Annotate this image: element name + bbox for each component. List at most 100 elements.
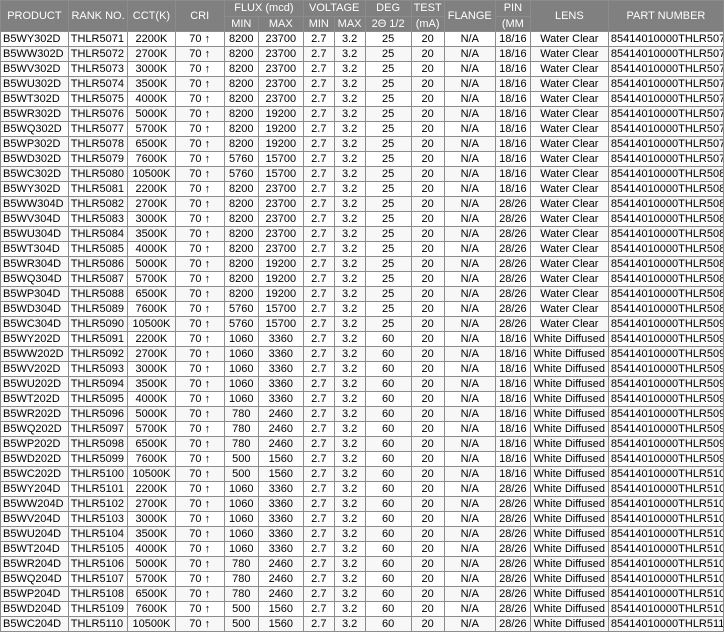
cell-cri: 70 ↑: [174, 46, 225, 62]
cell-flux-min: 1060: [223, 331, 259, 347]
cell-flux-min: 780: [223, 421, 259, 437]
cell-flux-max: 15700: [257, 166, 304, 182]
cell-voltage-max: 3.2: [333, 301, 366, 317]
cell-rank-no: THLR5073: [67, 61, 129, 77]
cell-deg: 25: [364, 166, 412, 182]
cell-flux-min: 8200: [223, 31, 259, 47]
cell-flux-max: 19200: [257, 121, 304, 137]
cell-flux-max: 19200: [257, 256, 304, 272]
cell-lens: White Diffused: [529, 331, 609, 347]
cell-test-ma: 20: [410, 346, 445, 362]
cell-lens: White Diffused: [529, 586, 609, 602]
cell-cri: 70 ↑: [174, 421, 225, 437]
cell-deg: 25: [364, 241, 412, 257]
cell-flange: N/A: [443, 511, 496, 527]
cell-flux-max: 3360: [257, 361, 304, 377]
table-row: B5WQ202D THLR5097 5700K 70 ↑ 780 2460 2.7 3.2 60…: [0, 421, 724, 437]
cell-lens: Water Clear: [529, 166, 609, 182]
cell-flux-min: 780: [223, 406, 259, 422]
cell-pin-mm: 28/26: [494, 541, 531, 557]
header-lens: LENS: [529, 0, 609, 32]
cell-pin-mm: 18/16: [494, 466, 531, 482]
cell-voltage-max: 3.2: [333, 466, 366, 482]
cell-pin-mm: 18/16: [494, 391, 531, 407]
cell-deg: 60: [364, 391, 412, 407]
cell-flange: N/A: [443, 451, 496, 467]
header-deg-angle: 2Θ 1/2: [364, 16, 412, 32]
cell-pin-mm: 18/16: [494, 421, 531, 437]
cell-part-number: 85414010000THLR5104: [607, 526, 724, 542]
cell-voltage-max: 3.2: [333, 196, 366, 212]
cell-test-ma: 20: [410, 106, 445, 122]
cell-part-number: 85414010000THLR5083: [607, 211, 724, 227]
cell-cct: 4000K: [127, 241, 176, 257]
cell-pin-mm: 28/26: [494, 601, 531, 617]
cell-lens: White Diffused: [529, 451, 609, 467]
cell-flange: N/A: [443, 481, 496, 497]
table-header: PRODUCT RANK NO. CCT(K) CRI FLUX (mcd) V…: [0, 0, 724, 32]
cell-pin-mm: 28/26: [494, 616, 531, 632]
cell-part-number: 85414010000THLR5089: [607, 301, 724, 317]
cell-rank-no: THLR5089: [67, 301, 129, 317]
cell-rank-no: THLR5108: [67, 586, 129, 602]
cell-deg: 25: [364, 271, 412, 287]
cell-flux-max: 3360: [257, 511, 304, 527]
cell-voltage-min: 2.7: [302, 511, 335, 527]
cell-cri: 70 ↑: [174, 586, 225, 602]
cell-deg: 60: [364, 541, 412, 557]
cell-rank-no: THLR5096: [67, 406, 129, 422]
cell-flux-min: 8200: [223, 91, 259, 107]
cell-voltage-min: 2.7: [302, 76, 335, 92]
header-test-ma: (mA): [410, 16, 445, 32]
cell-cct: 2200K: [127, 481, 176, 497]
cell-cct: 5700K: [127, 121, 176, 137]
cell-voltage-min: 2.7: [302, 91, 335, 107]
cell-lens: White Diffused: [529, 436, 609, 452]
cell-flux-min: 8200: [223, 181, 259, 197]
cell-pin-mm: 28/26: [494, 286, 531, 302]
cell-cct: 7600K: [127, 151, 176, 167]
table-row: B5WU302D THLR5074 3500K 70 ↑ 8200 23700 2.7 3.2…: [0, 76, 724, 92]
cell-pin-mm: 18/16: [494, 331, 531, 347]
cell-voltage-max: 3.2: [333, 46, 366, 62]
cell-cri: 70 ↑: [174, 286, 225, 302]
table-row: B5WY202D THLR5091 2200K 70 ↑ 1060 3360 2.7 3.2 6…: [0, 331, 724, 347]
cell-test-ma: 20: [410, 301, 445, 317]
cell-product: B5WR204D: [0, 556, 69, 572]
cell-flange: N/A: [443, 196, 496, 212]
cell-flux-max: 2460: [257, 421, 304, 437]
cell-deg: 60: [364, 376, 412, 392]
cell-test-ma: 20: [410, 376, 445, 392]
cell-part-number: 85414010000THLR5095: [607, 391, 724, 407]
cell-test-ma: 20: [410, 481, 445, 497]
cell-flux-min: 8200: [223, 121, 259, 137]
cell-deg: 25: [364, 106, 412, 122]
cell-voltage-min: 2.7: [302, 601, 335, 617]
cell-rank-no: THLR5075: [67, 91, 129, 107]
cell-voltage-max: 3.2: [333, 346, 366, 362]
cell-cct: 2200K: [127, 181, 176, 197]
cell-lens: Water Clear: [529, 46, 609, 62]
cell-rank-no: THLR5083: [67, 211, 129, 227]
cell-flux-min: 5760: [223, 316, 259, 332]
cell-voltage-max: 3.2: [333, 211, 366, 227]
cell-cri: 70 ↑: [174, 196, 225, 212]
cell-cct: 5000K: [127, 556, 176, 572]
cell-flux-min: 8200: [223, 226, 259, 242]
cell-flux-min: 8200: [223, 46, 259, 62]
cell-voltage-min: 2.7: [302, 436, 335, 452]
cell-flange: N/A: [443, 391, 496, 407]
cell-pin-mm: 18/16: [494, 76, 531, 92]
cell-cri: 70 ↑: [174, 226, 225, 242]
cell-flux-min: 500: [223, 466, 259, 482]
cell-part-number: 85414010000THLR5096: [607, 406, 724, 422]
cell-product: B5WC204D: [0, 616, 69, 632]
cell-part-number: 85414010000THLR5075: [607, 91, 724, 107]
cell-product: B5WR304D: [0, 256, 69, 272]
cell-rank-no: THLR5079: [67, 151, 129, 167]
cell-rank-no: THLR5103: [67, 511, 129, 527]
cell-product: B5WP204D: [0, 586, 69, 602]
cell-product: B5WV202D: [0, 361, 69, 377]
cell-flux-max: 19200: [257, 271, 304, 287]
cell-rank-no: THLR5076: [67, 106, 129, 122]
